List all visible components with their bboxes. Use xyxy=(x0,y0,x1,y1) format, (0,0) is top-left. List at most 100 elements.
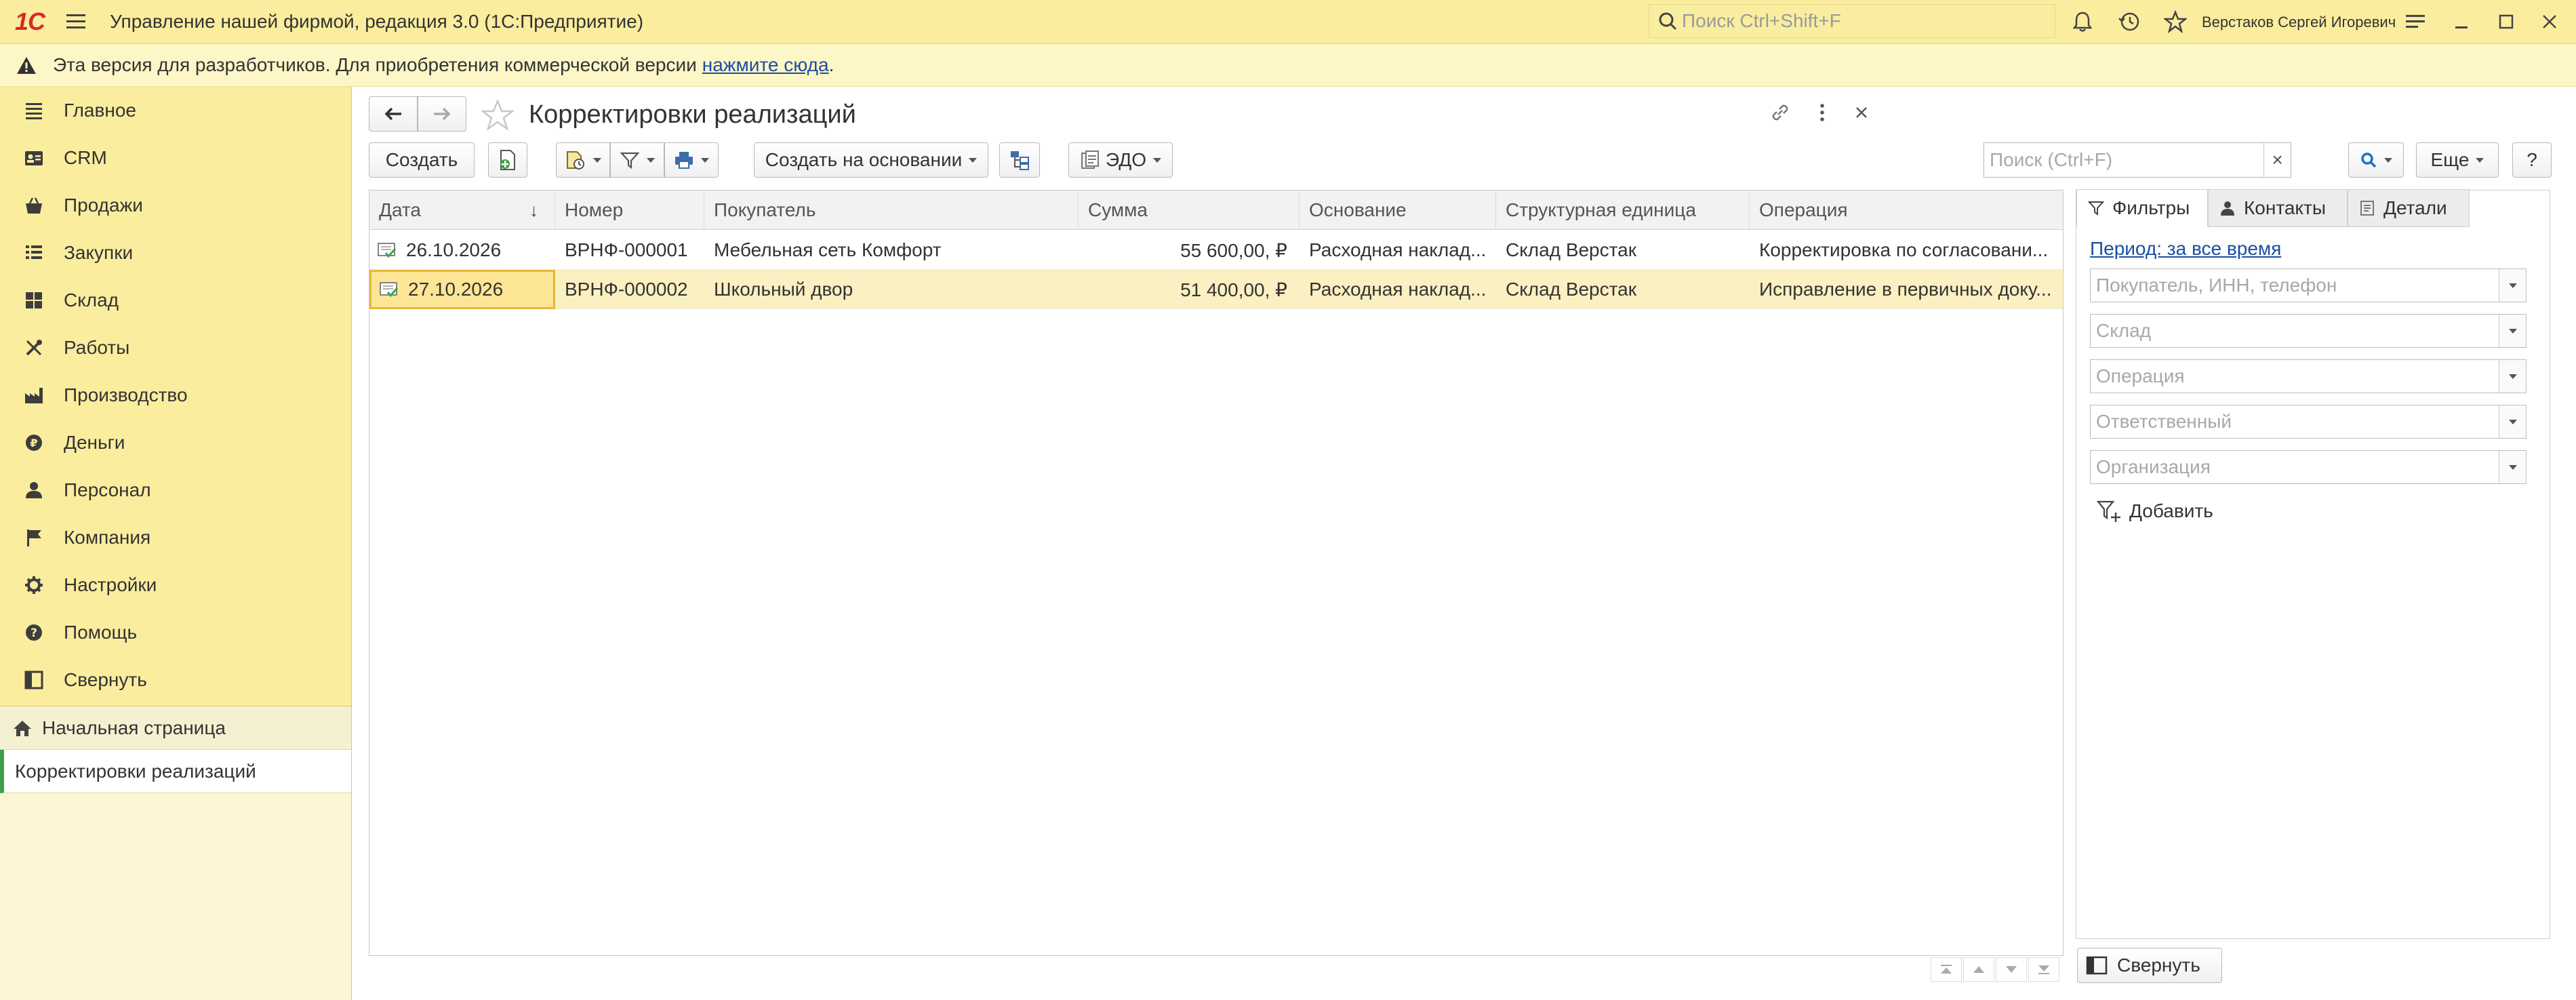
back-button[interactable] xyxy=(369,96,418,132)
collapse-panel-button[interactable]: Свернуть xyxy=(2077,948,2222,983)
filter-warehouse-field[interactable]: Склад xyxy=(2090,314,2527,348)
collapse-panel-label: Свернуть xyxy=(2117,955,2200,976)
column-header-number[interactable]: Номер xyxy=(555,191,704,230)
cell-basis: Расходная наклад... xyxy=(1309,279,1487,300)
add-filter-icon xyxy=(2097,499,2121,523)
dropdown-button[interactable] xyxy=(2499,269,2526,302)
table-row-selected[interactable]: 27.10.2026 ВРНФ-000002 Школьный двор 51 … xyxy=(369,270,2063,309)
hamburger-menu-icon[interactable] xyxy=(65,12,87,31)
tab-details[interactable]: Детали xyxy=(2348,189,2470,227)
search-options-button[interactable] xyxy=(2348,142,2404,178)
sidebar-item-personnel[interactable]: Персонал xyxy=(0,466,351,514)
help-button[interactable]: ? xyxy=(2512,142,2552,178)
column-header-operation[interactable]: Операция xyxy=(1750,191,2063,230)
arrow-right-icon xyxy=(431,106,453,122)
sidebar-item-works[interactable]: Работы xyxy=(0,324,351,372)
basket-icon xyxy=(22,193,46,218)
banner-link[interactable]: нажмите сюда xyxy=(702,54,829,76)
list-icon xyxy=(22,98,46,123)
contacts-card-icon xyxy=(22,146,46,170)
create-based-on-button[interactable]: Создать на основании xyxy=(754,142,988,178)
list-search-input[interactable]: Поиск (Ctrl+F) × xyxy=(1984,142,2291,178)
column-header-basis[interactable]: Основание xyxy=(1300,191,1496,230)
title-bar: 1С Управление нашей фирмой, редакция 3.0… xyxy=(0,0,2576,44)
filter-responsible-field[interactable]: Ответственный xyxy=(2090,405,2527,439)
favorites-star-icon[interactable] xyxy=(2164,10,2187,33)
tab-contacts[interactable]: Контакты xyxy=(2208,189,2348,227)
flag-icon xyxy=(22,525,46,550)
column-header-date[interactable]: Дата ↓ xyxy=(369,191,555,230)
edo-button[interactable]: ЭДО xyxy=(1068,142,1173,178)
add-filter-button[interactable]: Добавить xyxy=(2097,499,2213,523)
sidebar-item-settings[interactable]: Настройки xyxy=(0,561,351,609)
filter-buyer-field[interactable]: Покупатель, ИНН, телефон xyxy=(2090,268,2527,302)
table-row[interactable]: 26.10.2026 ВРНФ-000001 Мебельная сеть Ко… xyxy=(369,231,2063,270)
sidebar-item-help[interactable]: ? Помощь xyxy=(0,609,351,656)
column-header-label: Покупатель xyxy=(714,199,816,220)
dropdown-button[interactable] xyxy=(2499,451,2526,483)
sidebar-item-company[interactable]: Компания xyxy=(0,514,351,561)
filter-icon xyxy=(620,150,640,170)
column-header-label: Сумма xyxy=(1088,199,1148,220)
document-status-button[interactable] xyxy=(556,142,610,178)
structure-button[interactable] xyxy=(999,142,1040,178)
filter-operation-field[interactable]: Операция xyxy=(2090,359,2527,393)
sort-desc-icon: ↓ xyxy=(529,199,538,220)
sidebar-item-main[interactable]: Главное xyxy=(0,87,351,134)
app-title: Управление нашей фирмой, редакция 3.0 (1… xyxy=(110,11,644,32)
gear-icon xyxy=(22,573,46,597)
column-header-amount[interactable]: Сумма xyxy=(1079,191,1300,230)
filter-button[interactable] xyxy=(610,142,664,178)
dropdown-button[interactable] xyxy=(2499,405,2526,438)
dropdown-button[interactable] xyxy=(2499,315,2526,347)
settings-menu-icon[interactable] xyxy=(2404,10,2427,33)
sidebar-item-purchases[interactable]: Закупки xyxy=(0,229,351,277)
sidebar-item-production[interactable]: Производство xyxy=(0,372,351,419)
tab-filters[interactable]: Фильтры xyxy=(2076,189,2208,227)
clear-search-button[interactable]: × xyxy=(2263,143,2291,177)
column-header-buyer[interactable]: Покупатель xyxy=(704,191,1079,230)
link-icon[interactable] xyxy=(1768,100,1792,125)
history-icon[interactable] xyxy=(2118,10,2141,33)
sidebar-item-label: Деньги xyxy=(64,432,125,453)
search-icon xyxy=(2360,151,2377,169)
close-window-icon[interactable] xyxy=(2538,10,2561,33)
dropdown-button[interactable] xyxy=(2499,360,2526,393)
more-button[interactable]: Еще xyxy=(2416,142,2499,178)
current-user[interactable]: Верстаков Сергей Игоревич xyxy=(2202,14,2396,31)
sidebar-item-sales[interactable]: Продажи xyxy=(0,182,351,229)
chevron-down-icon xyxy=(2508,374,2517,379)
open-window-sales-corrections[interactable]: Корректировки реализаций xyxy=(0,750,351,793)
period-link[interactable]: Период: за все время xyxy=(2090,238,2281,260)
global-search-input[interactable]: Поиск Ctrl+Shift+F xyxy=(1649,4,2055,38)
more-vertical-icon[interactable] xyxy=(1810,100,1834,125)
sidebar-item-collapse[interactable]: Свернуть xyxy=(0,656,351,704)
create-button[interactable]: Создать xyxy=(369,142,475,178)
scroll-to-top-icon[interactable] xyxy=(1931,957,1962,982)
scroll-to-bottom-icon[interactable] xyxy=(2028,957,2059,982)
sidebar-item-crm[interactable]: CRM xyxy=(0,134,351,182)
chevron-down-icon xyxy=(2508,283,2517,288)
open-window-home[interactable]: Начальная страница xyxy=(0,706,351,750)
sidebar-item-warehouse[interactable]: Склад xyxy=(0,277,351,324)
app-logo[interactable]: 1С xyxy=(15,7,45,36)
cell-amount: 51 400,00, ₽ xyxy=(1180,279,1287,300)
create-copy-button[interactable] xyxy=(488,142,527,178)
maximize-icon[interactable] xyxy=(2495,10,2518,33)
scroll-up-icon[interactable] xyxy=(1963,957,1994,982)
column-header-unit[interactable]: Структурная единица xyxy=(1496,191,1750,230)
minimize-icon[interactable] xyxy=(2450,10,2473,33)
filter-organization-field[interactable]: Организация xyxy=(2090,450,2527,484)
cell-number: ВРНФ-000001 xyxy=(565,239,688,260)
forward-button[interactable] xyxy=(418,96,466,132)
sidebar-item-label: CRM xyxy=(64,147,107,168)
bell-icon[interactable] xyxy=(2071,10,2094,33)
sidebar-nav: Главное CRM Продажи Закупки Склад Работы… xyxy=(0,87,351,704)
search-icon xyxy=(1657,11,1678,31)
print-button[interactable] xyxy=(664,142,719,178)
sidebar-item-money[interactable]: ₽ Деньги xyxy=(0,419,351,466)
favorite-star-icon[interactable] xyxy=(481,99,514,132)
close-form-icon[interactable] xyxy=(1849,100,1874,125)
scroll-down-icon[interactable] xyxy=(1996,957,2027,982)
form-title: Корректировки реализаций xyxy=(529,100,856,129)
